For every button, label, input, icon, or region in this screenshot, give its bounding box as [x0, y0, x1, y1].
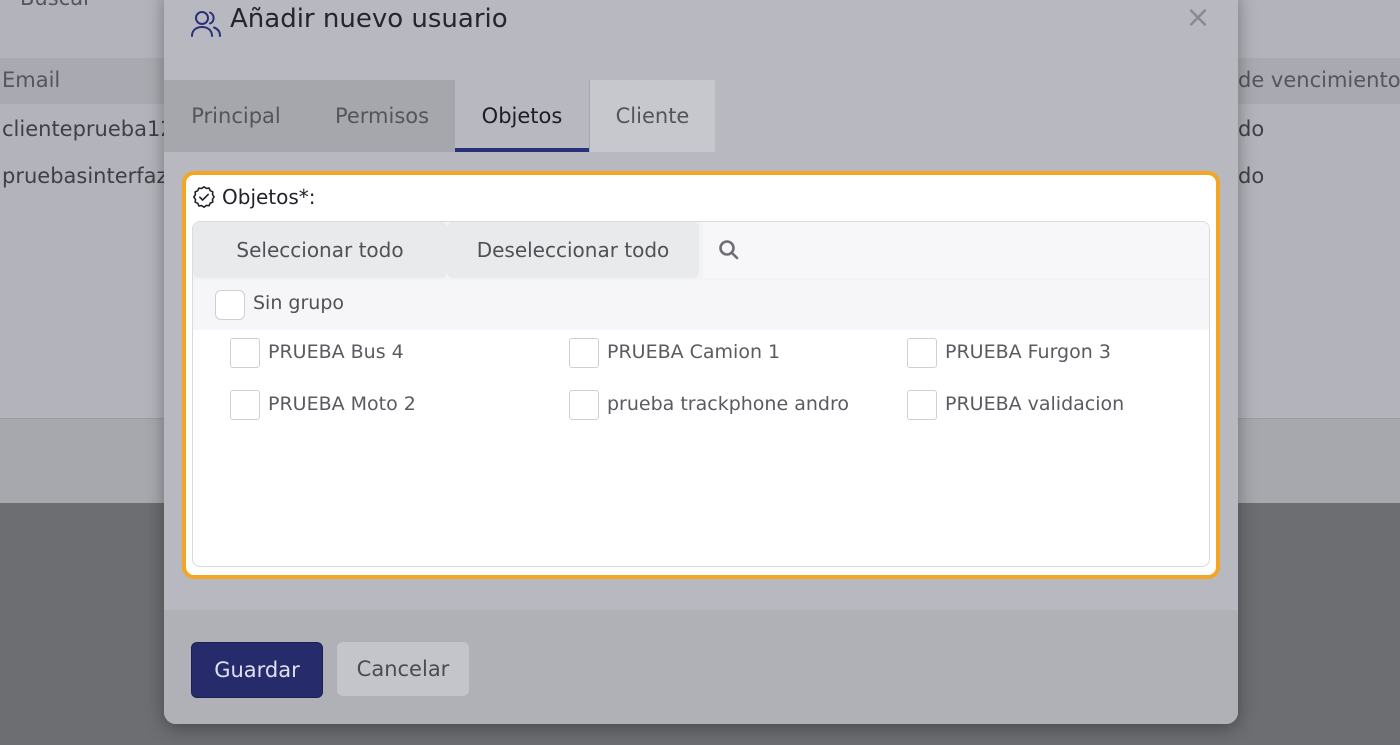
background-status-cell: do	[1238, 117, 1265, 141]
modal-title: Añadir nuevo usuario	[230, 4, 508, 34]
item-checkbox[interactable]	[230, 390, 260, 420]
cancel-button[interactable]: Cancelar	[337, 642, 469, 696]
group-checkbox[interactable]	[215, 290, 245, 320]
badge-check-icon	[192, 185, 216, 209]
item-label: PRUEBA Bus 4	[268, 341, 404, 363]
item-label: PRUEBA Camion 1	[607, 341, 781, 363]
add-user-modal: Añadir nuevo usuario × Principal Permiso…	[164, 0, 1238, 724]
background-status-cell: do	[1238, 164, 1265, 188]
item-checkbox[interactable]	[907, 338, 937, 368]
background-expiry-header: de vencimiento	[1238, 68, 1400, 92]
tabs-bar: Principal Permisos Objetos Cliente	[164, 80, 1238, 152]
objects-selector: Seleccionar todo Deseleccionar todo Sin …	[192, 221, 1210, 567]
item-checkbox[interactable]	[569, 338, 599, 368]
search-input[interactable]	[751, 230, 1195, 272]
background-email-header: Email	[2, 68, 61, 92]
tab-objetos[interactable]: Objetos	[455, 80, 589, 152]
modal-footer	[164, 610, 1238, 724]
item-checkbox[interactable]	[230, 338, 260, 368]
search-box	[703, 222, 1209, 278]
modal-body: Objetos*: Seleccionar todo Deseleccionar…	[164, 152, 1238, 610]
group-row: Sin grupo	[193, 280, 1209, 330]
tab-permisos[interactable]: Permisos	[312, 80, 452, 152]
tab-principal[interactable]: Principal	[168, 80, 304, 152]
objects-panel: Objetos*: Seleccionar todo Deseleccionar…	[182, 171, 1220, 579]
tab-objetos-label: Objetos	[481, 104, 563, 128]
selector-toolbar: Seleccionar todo Deseleccionar todo	[193, 222, 1209, 280]
search-icon	[717, 238, 741, 262]
modal-header: Añadir nuevo usuario ×	[164, 0, 1238, 68]
objects-label: Objetos*:	[222, 185, 316, 209]
users-icon	[190, 8, 222, 40]
background-email-cell: clienteprueba12	[2, 117, 174, 141]
item-label: PRUEBA Furgon 3	[945, 341, 1111, 363]
item-checkbox[interactable]	[907, 390, 937, 420]
item-label: PRUEBA Moto 2	[268, 393, 416, 415]
objects-label-row: Objetos*:	[192, 183, 316, 211]
deselect-all-button[interactable]: Deseleccionar todo	[447, 222, 699, 278]
save-button[interactable]: Guardar	[191, 642, 323, 698]
item-checkbox[interactable]	[569, 390, 599, 420]
group-label: Sin grupo	[253, 292, 345, 314]
select-all-button[interactable]: Seleccionar todo	[193, 222, 447, 278]
tabs-filler	[715, 80, 1238, 152]
close-button[interactable]: ×	[1184, 0, 1212, 35]
close-icon: ×	[1185, 0, 1211, 35]
background-email-cell: pruebasinterfaz	[2, 164, 168, 188]
item-label: prueba trackphone andro	[607, 393, 849, 415]
item-label: PRUEBA validacion	[945, 393, 1125, 415]
tab-cliente[interactable]: Cliente	[590, 80, 715, 152]
background-search-text: Buscar	[20, 0, 92, 10]
